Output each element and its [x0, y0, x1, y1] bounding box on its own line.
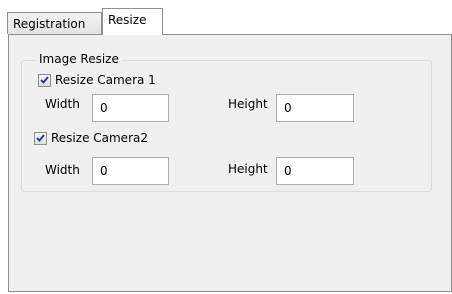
camera2-width-input[interactable] [92, 157, 169, 185]
tab-resize[interactable]: Resize [102, 8, 163, 35]
camera1-height-input[interactable] [276, 94, 354, 122]
resize-camera1-checkbox[interactable]: Resize Camera 1 [38, 72, 156, 88]
image-resize-group-title: Image Resize [36, 51, 122, 67]
checkbox-checked-icon [34, 131, 47, 145]
resize-camera2-checkbox[interactable]: Resize Camera2 [34, 130, 148, 146]
camera1-height-label: Height [228, 97, 268, 111]
checkbox-checked-icon [38, 73, 51, 87]
tab-resize-label: Resize [108, 13, 147, 27]
camera2-height-input[interactable] [276, 157, 354, 185]
resize-camera2-label: Resize Camera2 [51, 131, 148, 145]
tab-registration-label: Registration [13, 17, 86, 31]
camera2-width-label: Width [45, 163, 80, 177]
camera1-width-input[interactable] [92, 94, 169, 122]
tab-registration[interactable]: Registration [7, 12, 102, 34]
camera2-height-label: Height [228, 162, 268, 176]
resize-camera1-label: Resize Camera 1 [55, 73, 156, 87]
camera1-width-label: Width [45, 97, 80, 111]
